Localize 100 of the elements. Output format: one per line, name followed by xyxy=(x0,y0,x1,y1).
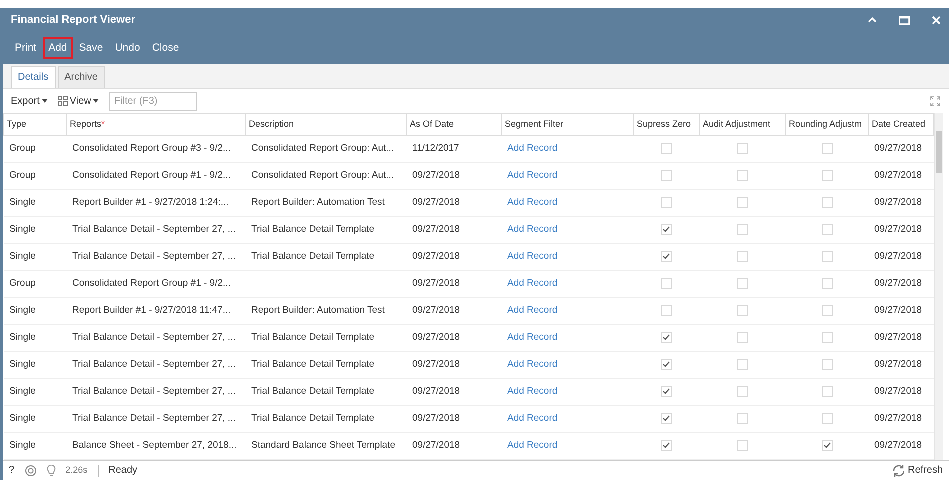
report-cell: Trial Balance Detail - September 27, ... xyxy=(72,386,236,397)
add-record-link[interactable]: Add Record xyxy=(508,358,558,370)
type-cell: Single xyxy=(10,440,36,451)
checkbox[interactable] xyxy=(822,440,832,451)
type-cell: Single xyxy=(10,358,36,370)
checkbox[interactable] xyxy=(822,278,832,289)
tab[interactable]: Details xyxy=(11,66,56,88)
checkbox[interactable] xyxy=(661,386,672,397)
checkbox[interactable] xyxy=(737,332,748,343)
date-cell: 09/27/2018 xyxy=(874,304,922,316)
add-record-link[interactable]: Add Record xyxy=(508,386,558,397)
view-menu[interactable]: View xyxy=(58,94,100,108)
column-header[interactable]: Date Created xyxy=(868,114,934,136)
checkbox[interactable] xyxy=(737,278,748,289)
checkbox[interactable] xyxy=(661,440,672,451)
checkbox[interactable] xyxy=(661,412,672,424)
caret-icon xyxy=(93,99,100,103)
checkbox[interactable] xyxy=(661,278,672,289)
close-icon[interactable] xyxy=(932,16,941,24)
add-record-link[interactable]: Add Record xyxy=(508,304,558,316)
checkbox[interactable] xyxy=(661,224,672,235)
checkbox[interactable] xyxy=(661,358,672,370)
date-cell: 09/27/2018 xyxy=(412,358,460,370)
date-cell: 09/27/2018 xyxy=(412,412,460,424)
checkbox[interactable] xyxy=(737,412,748,424)
filter-field[interactable]: Filter (F3) xyxy=(109,92,198,110)
lightbulb-icon[interactable] xyxy=(46,464,56,476)
toolbar-button[interactable]: Print xyxy=(9,36,43,60)
checkbox[interactable] xyxy=(822,142,832,154)
add-record-link[interactable]: Add Record xyxy=(508,170,558,181)
checkbox[interactable] xyxy=(737,170,748,181)
collapse-icon[interactable] xyxy=(868,17,877,23)
checkbox[interactable] xyxy=(822,196,832,208)
refresh-button[interactable]: Refresh xyxy=(892,463,943,478)
checkbox[interactable] xyxy=(737,250,748,262)
add-record-link[interactable]: Add Record xyxy=(508,224,558,235)
date-cell: 09/27/2018 xyxy=(412,386,460,397)
add-record-link[interactable]: Add Record xyxy=(508,142,558,154)
checkbox[interactable] xyxy=(661,304,672,316)
column-header[interactable]: Description xyxy=(246,114,406,136)
checkbox[interactable] xyxy=(737,304,748,316)
checkbox[interactable] xyxy=(822,358,832,370)
add-record-link[interactable]: Add Record xyxy=(508,196,558,208)
column-header[interactable]: Rounding Adjustm xyxy=(786,114,868,136)
add-record-link[interactable]: Add Record xyxy=(508,278,558,289)
date-cell: 09/27/2018 xyxy=(874,278,922,289)
report-cell: Consolidated Report Group #1 - 9/2... xyxy=(72,278,231,289)
add-record-link[interactable]: Add Record xyxy=(508,440,558,451)
column-header[interactable]: As Of Date xyxy=(406,114,502,136)
checkbox[interactable] xyxy=(737,142,748,154)
add-record-link[interactable]: Add Record xyxy=(508,250,558,262)
scrollbar[interactable] xyxy=(934,113,943,460)
maximize-icon[interactable] xyxy=(899,16,910,24)
checkbox[interactable] xyxy=(737,224,748,235)
date-cell: 11/12/2017 xyxy=(412,142,460,154)
date-cell: 09/27/2018 xyxy=(874,412,922,424)
description-cell: Trial Balance Detail Template xyxy=(252,412,375,424)
export-menu[interactable]: Export xyxy=(11,94,48,108)
toolbar-button[interactable]: Add xyxy=(42,36,74,60)
date-cell: 09/27/2018 xyxy=(874,142,922,154)
type-cell: Single xyxy=(10,196,36,208)
checkbox[interactable] xyxy=(661,170,672,181)
date-cell: 09/27/2018 xyxy=(412,440,460,451)
toolbar-button[interactable]: Undo xyxy=(109,36,146,60)
expand-icon[interactable] xyxy=(930,96,941,106)
date-cell: 09/27/2018 xyxy=(874,224,922,235)
date-cell: 09/27/2018 xyxy=(874,386,922,397)
column-header[interactable]: Segment Filter xyxy=(502,114,634,136)
column-header[interactable]: Type xyxy=(4,114,66,136)
add-record-link[interactable]: Add Record xyxy=(508,332,558,343)
checkbox[interactable] xyxy=(822,332,832,343)
checkbox[interactable] xyxy=(822,386,832,397)
report-cell: Trial Balance Detail - September 27, ... xyxy=(72,332,236,343)
column-header[interactable]: Supress Zero xyxy=(634,114,700,136)
checkbox[interactable] xyxy=(822,412,832,424)
date-cell: 09/27/2018 xyxy=(874,332,922,343)
lifebuoy-icon[interactable] xyxy=(24,464,37,476)
checkbox[interactable] xyxy=(822,304,832,316)
checkbox[interactable] xyxy=(661,196,672,208)
checkbox[interactable] xyxy=(737,440,748,451)
checkbox[interactable] xyxy=(661,142,672,154)
add-record-link[interactable]: Add Record xyxy=(508,412,558,424)
checkbox[interactable] xyxy=(661,332,672,343)
tab[interactable]: Archive xyxy=(58,66,105,88)
description-cell: Trial Balance Detail Template xyxy=(252,358,375,370)
checkbox[interactable] xyxy=(737,358,748,370)
checkbox[interactable] xyxy=(737,386,748,397)
checkbox[interactable] xyxy=(822,170,832,181)
checkbox[interactable] xyxy=(737,196,748,208)
toolbar-button[interactable]: Save xyxy=(73,36,110,60)
date-cell: 09/27/2018 xyxy=(412,170,460,181)
checkbox[interactable] xyxy=(661,250,672,262)
column-header[interactable]: Reports* xyxy=(66,114,246,136)
help-icon[interactable]: ? xyxy=(9,463,15,478)
column-header[interactable]: Audit Adjustment xyxy=(700,114,786,136)
toolbar-button[interactable]: Close xyxy=(146,36,186,60)
checkbox[interactable] xyxy=(822,250,832,262)
checkbox[interactable] xyxy=(822,224,832,235)
report-cell: Trial Balance Detail - September 27, ... xyxy=(72,250,236,262)
type-cell: Single xyxy=(10,386,36,397)
